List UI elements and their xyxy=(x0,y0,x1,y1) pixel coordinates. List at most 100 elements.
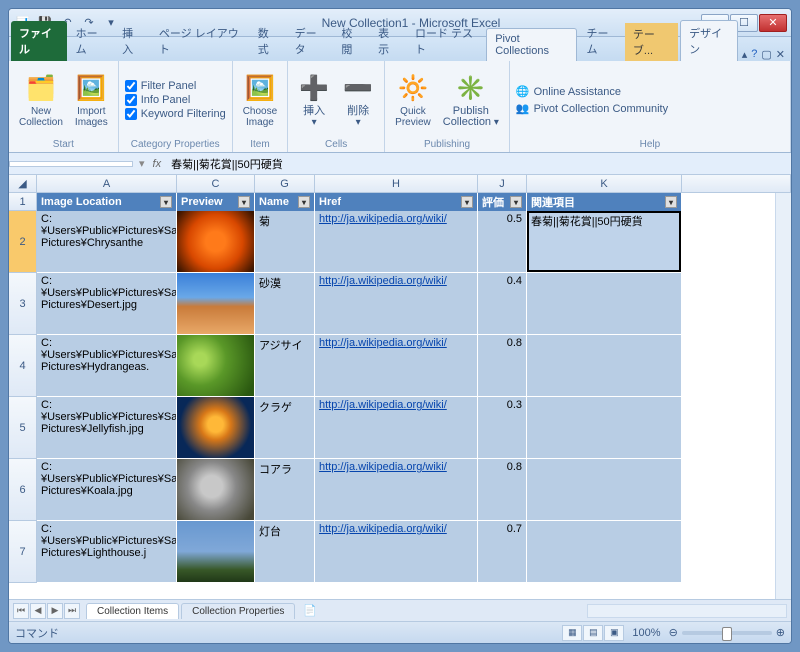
tab-view[interactable]: 表示 xyxy=(370,21,406,61)
cell-rating[interactable]: 0.5 xyxy=(478,211,527,273)
name-box[interactable] xyxy=(9,161,133,167)
table-header-a[interactable]: Image Location▾ xyxy=(37,193,177,211)
new-sheet-button[interactable]: 📄 xyxy=(297,604,323,617)
sheet-nav-next[interactable]: ▶ xyxy=(47,603,63,619)
filter-dropdown-icon[interactable]: ▾ xyxy=(461,196,473,208)
table-header-k[interactable]: 関連項目▾ xyxy=(527,193,682,211)
tab-review[interactable]: 校閲 xyxy=(333,21,369,61)
col-header-a[interactable]: A xyxy=(37,175,177,193)
cell-rating[interactable]: 0.3 xyxy=(478,397,527,459)
ribbon-minimize-icon[interactable]: ▴ xyxy=(742,48,748,61)
col-header-k[interactable]: K xyxy=(527,175,682,193)
cell-related[interactable] xyxy=(527,397,682,459)
mdi-close-icon[interactable]: ✕ xyxy=(776,48,785,61)
tab-file[interactable]: ファイル xyxy=(11,21,67,61)
keyword-filtering-checkbox[interactable]: Keyword Filtering xyxy=(125,107,226,121)
row-header-6[interactable]: 6 xyxy=(9,459,37,521)
table-header-g[interactable]: Name▾ xyxy=(255,193,315,211)
filter-dropdown-icon[interactable]: ▾ xyxy=(510,196,522,208)
col-header-j[interactable]: J xyxy=(478,175,527,193)
cell-preview-image[interactable] xyxy=(177,273,255,335)
formula-input[interactable]: 春菊||菊花賞||50円硬貨 xyxy=(167,154,791,174)
cell-image-location[interactable]: C:¥Users¥Public¥Pictures¥Sample Pictures… xyxy=(37,459,177,521)
row-header-3[interactable]: 3 xyxy=(9,273,37,335)
new-collection-button[interactable]: 🗂️New Collection xyxy=(15,70,67,130)
sheet-tab-collection-properties[interactable]: Collection Properties xyxy=(181,603,295,619)
online-assistance-link[interactable]: 🌐 Online Assistance xyxy=(516,83,668,100)
sheet-nav-prev[interactable]: ◀ xyxy=(30,603,46,619)
cell-name[interactable]: コアラ xyxy=(255,459,315,521)
close-button[interactable]: ✕ xyxy=(759,14,787,32)
zoom-out-button[interactable]: ⊖ xyxy=(669,626,678,639)
vertical-scrollbar[interactable] xyxy=(775,193,791,599)
mdi-restore-icon[interactable]: ▢ xyxy=(761,48,771,61)
cell-preview-image[interactable] xyxy=(177,397,255,459)
row-header-1[interactable]: 1 xyxy=(9,193,37,211)
cell-related[interactable] xyxy=(527,459,682,521)
cell-href[interactable]: http://ja.wikipedia.org/wiki/ xyxy=(315,273,478,335)
cell-preview-image[interactable] xyxy=(177,521,255,583)
cell-name[interactable]: クラゲ xyxy=(255,397,315,459)
cell-name[interactable]: 灯台 xyxy=(255,521,315,583)
cell-rating[interactable]: 0.7 xyxy=(478,521,527,583)
quick-preview-button[interactable]: 🔆Quick Preview xyxy=(391,70,435,130)
cell-rating[interactable]: 0.8 xyxy=(478,459,527,521)
namebox-dropdown-icon[interactable]: ▾ xyxy=(137,157,147,170)
page-layout-view-button[interactable]: ▤ xyxy=(583,625,603,641)
cell-href[interactable]: http://ja.wikipedia.org/wiki/ xyxy=(315,459,478,521)
tab-pagelayout[interactable]: ページ レイアウト xyxy=(151,21,249,61)
col-header-g[interactable]: G xyxy=(255,175,315,193)
publish-collection-button[interactable]: ✳️Publish Collection ▾ xyxy=(439,70,503,130)
filter-dropdown-icon[interactable]: ▾ xyxy=(238,196,250,208)
filter-dropdown-icon[interactable]: ▾ xyxy=(298,196,310,208)
cell-image-location[interactable]: C:¥Users¥Public¥Pictures¥Sample Pictures… xyxy=(37,397,177,459)
cell-related[interactable]: 春菊||菊花賞||50円硬貨 xyxy=(527,211,682,273)
page-break-view-button[interactable]: ▣ xyxy=(604,625,624,641)
zoom-in-button[interactable]: ⊕ xyxy=(776,626,785,639)
cell-preview-image[interactable] xyxy=(177,211,255,273)
zoom-slider[interactable] xyxy=(682,631,772,635)
select-all-button[interactable]: ◢ xyxy=(9,175,37,193)
row-header-2[interactable]: 2 xyxy=(9,211,37,273)
cell-preview-image[interactable] xyxy=(177,335,255,397)
filter-panel-checkbox[interactable]: Filter Panel xyxy=(125,79,226,93)
cell-related[interactable] xyxy=(527,521,682,583)
cell-href[interactable]: http://ja.wikipedia.org/wiki/ xyxy=(315,521,478,583)
zoom-level[interactable]: 100% xyxy=(632,627,660,639)
tab-pivot-collections[interactable]: Pivot Collections xyxy=(486,28,577,61)
tab-insert[interactable]: 挿入 xyxy=(114,21,150,61)
cell-image-location[interactable]: C:¥Users¥Public¥Pictures¥Sample Pictures… xyxy=(37,521,177,583)
row-header-5[interactable]: 5 xyxy=(9,397,37,459)
insert-button[interactable]: ➕挿入▾ xyxy=(294,70,334,130)
tab-loadtest[interactable]: ロード テスト xyxy=(407,21,485,61)
help-icon[interactable]: ? xyxy=(751,48,757,61)
sheet-nav-first[interactable]: ⏮ xyxy=(13,603,29,619)
horizontal-scrollbar[interactable] xyxy=(587,604,787,618)
cell-name[interactable]: アジサイ xyxy=(255,335,315,397)
row-header-4[interactable]: 4 xyxy=(9,335,37,397)
delete-button[interactable]: ➖削除▾ xyxy=(338,70,378,130)
table-header-c[interactable]: Preview▾ xyxy=(177,193,255,211)
cell-rating[interactable]: 0.8 xyxy=(478,335,527,397)
filter-dropdown-icon[interactable]: ▾ xyxy=(160,196,172,208)
cell-name[interactable]: 菊 xyxy=(255,211,315,273)
col-header-h[interactable]: H xyxy=(315,175,478,193)
col-header-c[interactable]: C xyxy=(177,175,255,193)
tab-data[interactable]: データ xyxy=(287,21,333,61)
cell-rating[interactable]: 0.4 xyxy=(478,273,527,335)
sheet-nav-last[interactable]: ⏭ xyxy=(64,603,80,619)
tab-team[interactable]: チーム xyxy=(578,21,623,61)
tab-home[interactable]: ホーム xyxy=(68,21,113,61)
cell-related[interactable] xyxy=(527,273,682,335)
cell-href[interactable]: http://ja.wikipedia.org/wiki/ xyxy=(315,335,478,397)
row-header-7[interactable]: 7 xyxy=(9,521,37,583)
table-header-h[interactable]: Href▾ xyxy=(315,193,478,211)
cell-image-location[interactable]: C:¥Users¥Public¥Pictures¥Sample Pictures… xyxy=(37,335,177,397)
table-header-j[interactable]: 評価▾ xyxy=(478,193,527,211)
normal-view-button[interactable]: ▦ xyxy=(562,625,582,641)
cell-image-location[interactable]: C:¥Users¥Public¥Pictures¥Sample Pictures… xyxy=(37,211,177,273)
info-panel-checkbox[interactable]: Info Panel xyxy=(125,93,226,107)
sheet-tab-collection-items[interactable]: Collection Items xyxy=(86,603,179,619)
cell-href[interactable]: http://ja.wikipedia.org/wiki/ xyxy=(315,211,478,273)
cell-image-location[interactable]: C:¥Users¥Public¥Pictures¥Sample Pictures… xyxy=(37,273,177,335)
